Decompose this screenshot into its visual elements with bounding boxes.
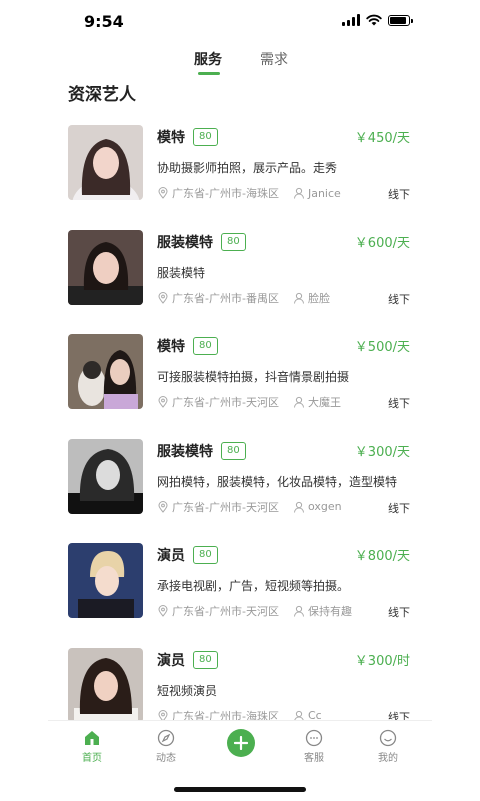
artist-price: ￥450/天 — [354, 131, 410, 146]
artist-location: 广东省-广州市-番禺区 — [172, 291, 279, 305]
artist-description: 短视频演员 — [157, 683, 218, 698]
service-mode: 线下 — [388, 292, 410, 306]
artist-location: 广东省-广州市-天河区 — [172, 605, 279, 618]
smiley-icon — [379, 729, 397, 747]
home-icon — [85, 731, 99, 745]
artist-photo — [68, 543, 143, 618]
artist-username: oxgen — [307, 500, 342, 513]
tab-service[interactable]: 服务 — [194, 49, 222, 69]
home-indicator — [174, 787, 306, 792]
nav-service[interactable]: 客服 — [294, 729, 334, 764]
score-badge: 80 — [193, 128, 218, 146]
artist-title: 演员 — [157, 548, 185, 564]
plus-icon — [234, 736, 248, 750]
artist-username: 保持有趣 — [307, 605, 352, 618]
score-badge: 80 — [221, 232, 246, 251]
artist-title: 演员 — [157, 652, 185, 669]
artist-card[interactable]: 服装模特 80 ￥300/天 网拍模特，服装模特，化妆品模特，造型模特 广东省-… — [68, 438, 414, 544]
user-icon — [293, 501, 304, 513]
artist-list: 模特 80 ￥450/天 协助摄影师拍照，展示产品。走秀 广东省-广州市-海珠区… — [68, 125, 414, 752]
artist-location: 广东省-广州市-海珠区 — [172, 187, 279, 200]
artist-photo — [68, 125, 143, 200]
artist-description: 服装模特 — [157, 265, 206, 280]
chat-icon — [305, 729, 323, 747]
user-icon — [293, 605, 304, 617]
nav-home[interactable]: 首页 — [72, 729, 112, 764]
artist-description: 承接电视剧，广告，短视频等拍摄。 — [157, 579, 350, 593]
artist-description: 协助摄影师拍照，展示产品。走秀 — [157, 161, 338, 175]
artist-price: ￥300/天 — [354, 444, 410, 460]
artist-title: 模特 — [157, 339, 185, 355]
artist-description: 可接服装模特拍摄，抖音情景剧拍摄 — [157, 370, 350, 384]
artist-price: ￥300/时 — [354, 653, 410, 669]
score-badge: 80 — [193, 546, 218, 564]
artist-title: 服装模特 — [157, 443, 213, 460]
service-mode: 线下 — [388, 606, 410, 619]
artist-location: 广东省-广州市-天河区 — [172, 500, 279, 514]
active-tab-indicator — [198, 72, 220, 75]
artist-username: 脸脸 — [307, 291, 330, 305]
status-bar: 9:54 — [48, 0, 432, 44]
artist-title: 服装模特 — [157, 234, 213, 251]
nav-mine-label: 我的 — [378, 753, 398, 764]
service-mode: 线下 — [388, 188, 410, 201]
artist-title: 模特 — [157, 130, 185, 146]
location-pin-icon — [158, 291, 168, 304]
artist-price: ￥800/天 — [354, 549, 410, 564]
nav-service-label: 客服 — [304, 753, 324, 764]
artist-card[interactable]: 演员 80 ￥800/天 承接电视剧，广告，短视频等拍摄。 广东省-广州市-天河… — [68, 543, 414, 648]
section-title: 资深艺人 — [68, 85, 136, 105]
artist-location: 广东省-广州市-天河区 — [172, 396, 279, 409]
status-icons — [342, 14, 413, 26]
score-badge: 80 — [193, 650, 218, 669]
artist-photo — [68, 229, 143, 305]
service-mode: 线下 — [388, 397, 410, 410]
artist-username: Janice — [307, 186, 341, 200]
nav-feed-label: 动态 — [156, 753, 176, 764]
artist-photo — [68, 334, 143, 409]
artist-description: 网拍模特，服装模特，化妆品模特，造型模特 — [157, 474, 398, 489]
artist-photo — [68, 438, 143, 514]
battery-icon — [388, 14, 413, 26]
wifi-icon — [366, 14, 382, 26]
nav-mine[interactable]: 我的 — [368, 729, 408, 764]
add-button[interactable] — [227, 729, 255, 757]
user-icon — [293, 292, 304, 304]
artist-card[interactable]: 模特 80 ￥450/天 协助摄影师拍照，展示产品。走秀 广东省-广州市-海珠区… — [68, 125, 414, 230]
service-mode: 线下 — [388, 501, 410, 515]
nav-feed[interactable]: 动态 — [146, 729, 186, 764]
status-time: 9:54 — [84, 12, 124, 31]
artist-card[interactable]: 模特 80 ￥500/天 可接服装模特拍摄，抖音情景剧拍摄 广东省-广州市-天河… — [68, 334, 414, 439]
artist-price: ￥500/天 — [354, 340, 410, 355]
nav-home-label: 首页 — [82, 753, 102, 764]
score-badge: 80 — [221, 441, 246, 460]
artist-card[interactable]: 服装模特 80 ￥600/天 服装模特 广东省-广州市-番禺区 脸脸 线下 — [68, 229, 414, 335]
score-badge: 80 — [193, 337, 218, 355]
location-pin-icon — [158, 187, 168, 199]
artist-username: 大魔王 — [307, 396, 341, 409]
compass-icon — [157, 729, 175, 747]
location-pin-icon — [158, 500, 168, 513]
artist-price: ￥600/天 — [354, 235, 410, 251]
location-pin-icon — [158, 605, 168, 617]
top-tabs: 服务 需求 — [48, 44, 432, 78]
location-pin-icon — [158, 396, 168, 408]
tab-demand[interactable]: 需求 — [260, 49, 288, 69]
user-icon — [293, 187, 304, 199]
signal-icon — [342, 14, 360, 26]
user-icon — [293, 396, 304, 408]
artist-photo — [68, 647, 143, 723]
